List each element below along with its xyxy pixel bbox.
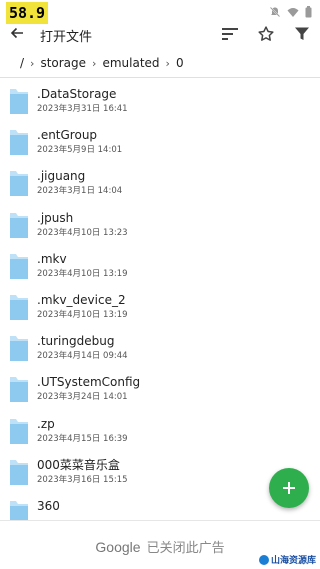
file-name: .entGroup xyxy=(37,128,98,143)
sort-icon xyxy=(222,28,238,40)
file-date: 2023年5月9日 14:01 xyxy=(37,145,123,156)
list-item[interactable]: .DataStorage 2023年3月31日 16:41 xyxy=(0,80,320,121)
chevron-right-icon: › xyxy=(30,56,35,70)
ad-closed-text: 已关闭此广告 xyxy=(146,541,225,556)
folder-icon xyxy=(10,418,28,444)
wifi-icon xyxy=(287,3,299,22)
file-date: 2023年4月10日 13:23 xyxy=(37,227,128,238)
sort-button[interactable] xyxy=(220,24,240,44)
file-date: 2023年4月10日 13:19 xyxy=(37,268,128,279)
page-title: 打开文件 xyxy=(40,30,93,45)
star-outline-icon xyxy=(258,26,274,41)
folder-icon xyxy=(10,294,28,320)
file-name: .mkv_device_2 xyxy=(37,292,126,307)
list-item[interactable]: .UTSystemConfig 2023年3月24日 14:01 xyxy=(0,368,320,409)
add-button[interactable] xyxy=(269,468,309,508)
favorite-button[interactable] xyxy=(256,24,276,44)
list-item[interactable]: .turingdebug 2023年4月14日 09:44 xyxy=(0,327,320,368)
breadcrumb-emulated[interactable]: emulated xyxy=(102,56,159,70)
folder-icon xyxy=(10,171,28,197)
battery-icon xyxy=(305,3,312,22)
folder-icon xyxy=(10,377,28,403)
file-name: .jiguang xyxy=(37,169,86,184)
breadcrumb-root[interactable]: / xyxy=(20,56,24,70)
folder-icon xyxy=(10,130,28,156)
status-bar: 58.9 xyxy=(0,0,320,24)
arrow-left-icon xyxy=(10,27,23,39)
file-date: 2023年4月14日 09:44 xyxy=(37,351,128,362)
file-name: .DataStorage xyxy=(37,87,117,101)
file-name: 000菜菜音乐盒 xyxy=(37,457,120,472)
chevron-right-icon: › xyxy=(165,56,170,70)
file-date: 2023年4月10日 13:19 xyxy=(37,309,128,320)
breadcrumb-current[interactable]: 0 xyxy=(176,56,184,70)
file-name: 360 xyxy=(37,498,60,513)
list-item[interactable]: .jiguang 2023年3月1日 14:04 xyxy=(0,162,320,203)
ad-banner: Google 已关闭此广告 山海资源库 xyxy=(0,520,320,569)
file-date: 2023年3月24日 14:01 xyxy=(37,392,128,403)
file-date: 2023年4月15日 16:39 xyxy=(37,433,128,444)
file-name: .zp xyxy=(37,416,55,431)
watermark: 山海资源库 xyxy=(258,553,316,566)
breadcrumb-storage[interactable]: storage xyxy=(40,56,86,70)
breadcrumb: / › storage › emulated › 0 xyxy=(0,50,320,76)
list-item[interactable]: .zp 2023年4月15日 16:39 xyxy=(0,410,320,451)
chevron-right-icon: › xyxy=(92,56,97,70)
app-bar: 打开文件 xyxy=(0,22,320,48)
folder-icon xyxy=(10,253,28,279)
watermark-logo-icon xyxy=(258,554,269,565)
google-logo: Google xyxy=(95,539,141,555)
plus-icon xyxy=(283,482,295,494)
watermark-text: 山海资源库 xyxy=(270,556,316,566)
back-button[interactable] xyxy=(10,24,32,46)
list-item[interactable]: .mkv_device_2 2023年4月10日 13:19 xyxy=(0,286,320,327)
filter-button[interactable] xyxy=(292,24,312,44)
file-name: .mkv xyxy=(37,251,67,266)
fps-counter: 58.9 xyxy=(6,2,48,24)
file-name: .turingdebug xyxy=(37,334,115,349)
bell-off-icon xyxy=(269,3,281,22)
folder-icon xyxy=(10,212,28,238)
appbar-actions xyxy=(220,24,312,44)
list-item[interactable]: .mkv 2023年4月10日 13:19 xyxy=(0,245,320,286)
divider xyxy=(0,77,320,78)
list-item[interactable]: .jpush 2023年4月10日 13:23 xyxy=(0,204,320,245)
file-date: 2023年3月1日 14:04 xyxy=(37,186,123,197)
file-date: 2023年3月31日 16:41 xyxy=(37,104,128,114)
filter-icon xyxy=(295,27,309,40)
status-icons xyxy=(269,3,312,22)
file-name: .jpush xyxy=(37,210,74,225)
file-date: 2023年3月16日 15:15 xyxy=(37,474,128,485)
file-list: .DataStorage 2023年3月31日 16:41 .entGroup 20… xyxy=(0,80,320,520)
folder-icon xyxy=(10,89,28,114)
folder-icon xyxy=(10,459,28,485)
file-name: .UTSystemConfig xyxy=(37,375,141,390)
folder-icon xyxy=(10,336,28,362)
list-item[interactable]: .entGroup 2023年5月9日 14:01 xyxy=(0,121,320,162)
folder-icon xyxy=(10,500,28,520)
